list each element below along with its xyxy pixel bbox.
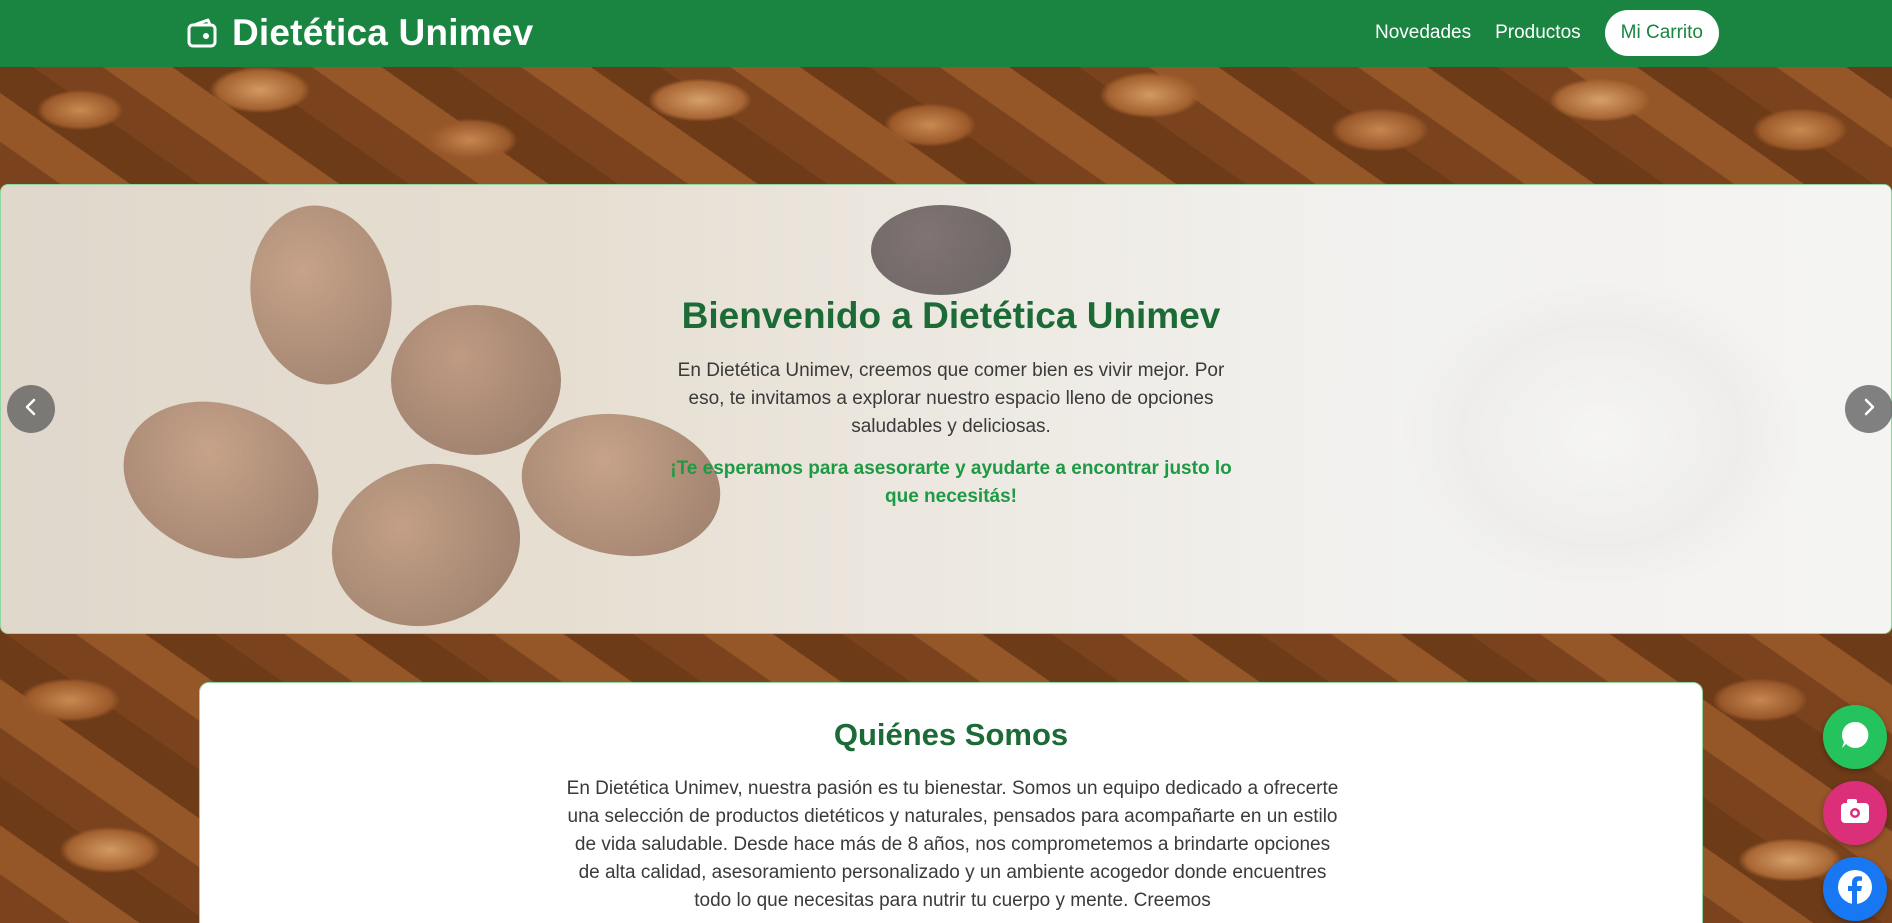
- cart-button[interactable]: Mi Carrito: [1604, 10, 1719, 56]
- nav-link-productos[interactable]: Productos: [1495, 22, 1581, 44]
- welcome-cta: ¡Te esperamos para asesorarte y ayudarte…: [670, 458, 1232, 507]
- chevron-left-icon: [21, 397, 41, 422]
- brand-link[interactable]: Dietética Unimev: [186, 8, 533, 58]
- navbar: Dietética Unimev Novedades Productos Mi …: [0, 0, 1892, 67]
- hero-carousel: Bienvenido a Dietética Unimev En Dietéti…: [0, 184, 1892, 634]
- instagram-icon: [1838, 794, 1872, 833]
- about-title: Quiénes Somos: [833, 717, 1069, 752]
- whatsapp-icon: [1838, 718, 1872, 757]
- carousel-next-button[interactable]: [1845, 385, 1892, 433]
- wallet-icon: [186, 17, 218, 49]
- welcome-title: Bienvenido a Dietética Unimev: [681, 295, 1221, 336]
- about-text: En Dietética Unimev, nuestra pasión es t…: [566, 778, 1339, 911]
- chevron-right-icon: [1859, 397, 1879, 422]
- whatsapp-button[interactable]: [1823, 705, 1887, 769]
- brand-name: Dietética Unimev: [232, 12, 534, 53]
- carousel-prev-button[interactable]: [7, 385, 55, 433]
- instagram-button[interactable]: [1823, 781, 1887, 845]
- about-section: Quiénes Somos En Dietética Unimev, nuest…: [199, 682, 1703, 923]
- facebook-button[interactable]: [1823, 857, 1887, 921]
- welcome-text: En Dietética Unimev, creemos que comer b…: [677, 360, 1225, 437]
- nav-links: Novedades Productos Mi Carrito: [1375, 9, 1719, 57]
- nav-link-novedades[interactable]: Novedades: [1375, 22, 1471, 44]
- facebook-icon: [1835, 867, 1875, 912]
- carousel-caption: Bienvenido a Dietética Unimev En Dietéti…: [651, 295, 1251, 511]
